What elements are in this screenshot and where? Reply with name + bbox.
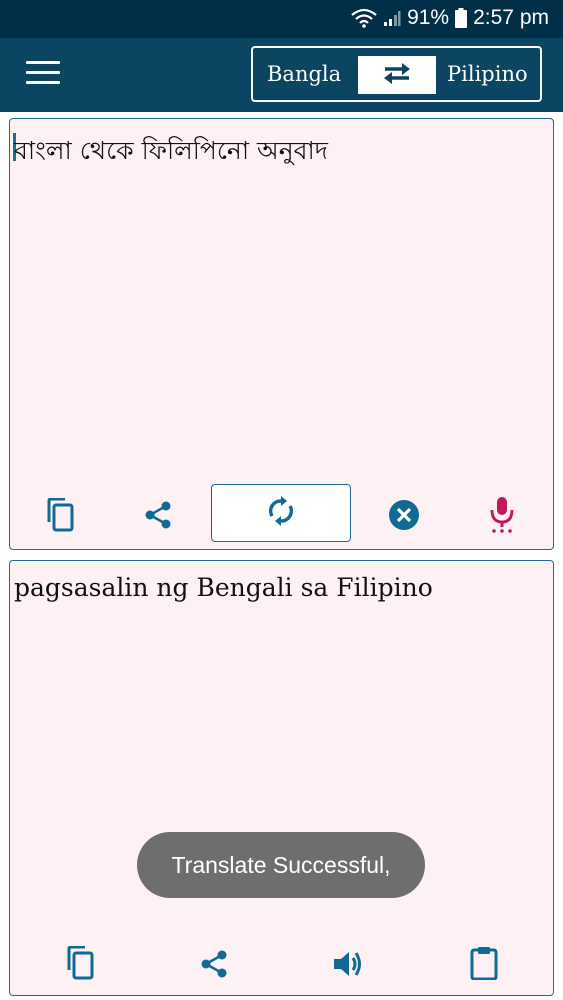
output-text-field: pagsasalin ng Bengali sa Filipino <box>14 573 433 602</box>
clock: 2:57 pm <box>473 6 549 29</box>
translate-button[interactable] <box>211 484 351 542</box>
copy-icon <box>45 497 75 536</box>
input-text-field[interactable]: বাংলা থেকে ফিলিপিনো অনুবাদ <box>14 131 545 174</box>
menu-icon[interactable] <box>26 61 60 89</box>
mic-icon <box>489 496 515 538</box>
source-language-button[interactable]: Bangla <box>267 48 341 100</box>
language-switcher: Bangla Pilipino <box>251 46 542 102</box>
toast-message: Translate Successful, <box>137 832 425 898</box>
speaker-icon <box>332 949 364 983</box>
share-icon <box>143 500 173 534</box>
clipboard-icon <box>470 946 498 984</box>
input-share-button[interactable] <box>138 497 178 537</box>
clear-icon <box>388 499 420 535</box>
input-copy-button[interactable] <box>40 497 80 537</box>
output-copy-button[interactable] <box>60 945 100 985</box>
share-icon <box>199 949 229 983</box>
signal-icon <box>383 9 401 27</box>
battery-percent: 91% <box>407 6 450 29</box>
swap-languages-button[interactable] <box>358 56 436 94</box>
mic-button[interactable] <box>482 495 522 539</box>
translate-refresh-icon <box>266 495 296 531</box>
speak-button[interactable] <box>328 946 368 986</box>
paste-button[interactable] <box>464 944 504 986</box>
app-bar: Bangla Pilipino <box>0 38 563 112</box>
wifi-icon <box>351 8 377 28</box>
input-panel: বাংলা থেকে ফিলিপিনো অনুবাদ <box>9 118 554 550</box>
clear-button[interactable] <box>384 497 424 537</box>
target-language-button[interactable]: Pilipino <box>447 48 528 100</box>
swap-icon <box>382 61 412 89</box>
status-bar: 91% 2:57 pm <box>0 0 563 38</box>
copy-icon <box>65 945 95 984</box>
output-share-button[interactable] <box>194 946 234 986</box>
battery-icon <box>455 8 468 28</box>
output-panel: pagsasalin ng Bengali sa Filipino <box>9 560 554 996</box>
